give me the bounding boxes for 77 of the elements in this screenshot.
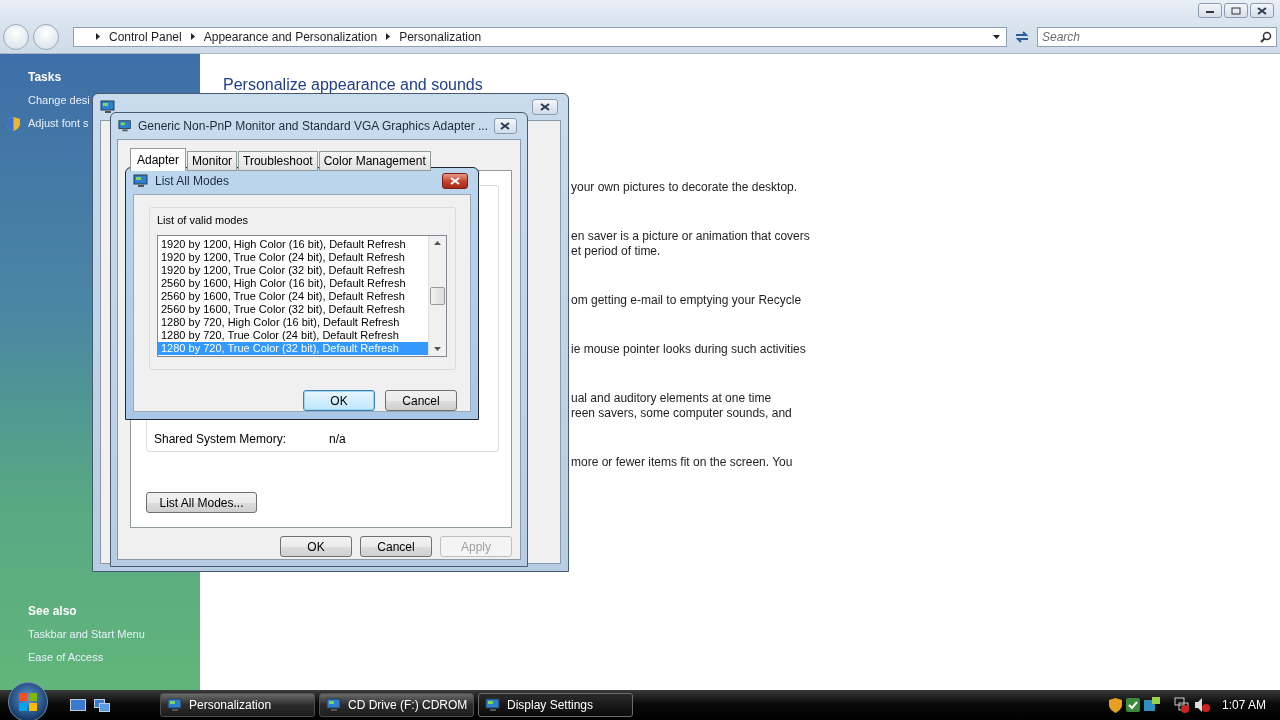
mode-item[interactable]: 1920 by 1200, True Color (32 bit), Default Refresh (158, 264, 428, 277)
close-button[interactable] (494, 118, 517, 134)
mode-item[interactable]: 2560 by 1600, True Color (32 bit), Default Refresh (158, 303, 428, 316)
mode-item[interactable]: 2560 by 1600, True Color (24 bit), Default Refresh (158, 290, 428, 303)
close-button[interactable] (1250, 3, 1274, 18)
network-icon[interactable] (1143, 697, 1160, 713)
scrollbar[interactable] (428, 236, 446, 356)
dialog-button[interactable]: Cancel (385, 390, 457, 411)
switch-windows-icon[interactable] (94, 698, 110, 712)
close-button[interactable] (442, 173, 468, 189)
description-text: ual and auditory elements at one time reen savers, some computer sounds, and (571, 391, 793, 422)
window-title: Generic Non-PnP Monitor and Standard VGA Graphics Adapter ... (138, 119, 488, 133)
chevron-icon (190, 33, 195, 40)
chevron-icon (386, 33, 391, 40)
tab[interactable]: Troubleshoot (238, 151, 318, 171)
close-icon (540, 103, 550, 111)
tasks-heading: Tasks (28, 70, 63, 84)
window-icon (133, 174, 149, 188)
dialog-title: List All Modes (155, 174, 231, 188)
description-text: om getting e-mail to emptying your Recycle (571, 293, 803, 309)
mode-item[interactable]: 1280 by 720, High Color (16 bit), Default Refresh (158, 316, 428, 329)
list-all-modes-button[interactable]: List All Modes... (146, 492, 257, 513)
window-icon (100, 100, 116, 114)
maximize-icon (1231, 6, 1241, 15)
address-bar[interactable]: Control Panel Appearance and Personalization Personalization (73, 26, 1007, 47)
scrollbar-thumb[interactable] (430, 287, 445, 305)
property-value: n/a (329, 432, 346, 446)
scroll-up-icon[interactable] (434, 241, 441, 245)
search-icon (1260, 30, 1272, 43)
dropdown-icon[interactable] (993, 34, 1000, 39)
window-icon (167, 698, 183, 712)
window-icon (118, 119, 132, 133)
dialog-button[interactable]: OK (303, 390, 375, 411)
dialog-button[interactable]: OK (280, 536, 352, 557)
mode-item[interactable]: 2560 by 1600, High Color (16 bit), Default Refresh (158, 277, 428, 290)
start-button[interactable] (8, 682, 48, 720)
taskbar-button[interactable]: Personalization (160, 693, 315, 717)
description-text: en saver is a picture or animation that covers et period of time. (571, 229, 811, 260)
description-text: your own pictures to decorate the desktop. (571, 180, 799, 196)
breadcrumb[interactable]: Control Panel (109, 29, 182, 44)
mode-item[interactable]: 1920 by 1200, True Color (24 bit), Default Refresh (158, 251, 428, 264)
show-desktop-icon[interactable] (70, 698, 86, 712)
task-link[interactable]: Change desi (28, 94, 90, 106)
breadcrumb[interactable]: Appearance and Personalization (203, 29, 378, 44)
tab[interactable]: Monitor (187, 151, 238, 171)
window-icon (326, 698, 342, 712)
shield-icon[interactable] (1108, 697, 1122, 713)
minimize-button[interactable] (1198, 3, 1222, 18)
see-also-heading: See also (28, 604, 78, 618)
checkmark-icon[interactable] (1125, 698, 1140, 712)
network-error-icon[interactable] (1173, 697, 1190, 713)
property-label: Shared System Memory: (154, 432, 288, 446)
tab[interactable]: Adapter (130, 148, 187, 171)
taskbar-button[interactable]: CD Drive (F:) CDROM (319, 693, 474, 717)
close-icon (1257, 6, 1267, 15)
group-label: List of valid modes (157, 214, 250, 226)
tab[interactable]: Color Management (318, 151, 431, 171)
mode-item[interactable]: 1280 by 720, True Color (24 bit), Default Refresh (158, 329, 428, 342)
clock[interactable]: 1:07 AM (1221, 698, 1266, 712)
speaker-muted-icon[interactable] (1193, 697, 1210, 713)
windows-logo-icon (19, 693, 37, 711)
task-link[interactable]: Adjust font s (28, 117, 89, 129)
close-icon (450, 177, 460, 185)
breadcrumb[interactable]: Personalization (399, 29, 482, 44)
scroll-down-icon[interactable] (434, 347, 441, 351)
page-heading: Personalize appearance and sounds (223, 76, 484, 94)
modes-list[interactable] (157, 235, 447, 357)
search-field[interactable]: Search (1037, 26, 1277, 47)
taskbar-button[interactable]: Display Settings (478, 693, 633, 717)
chevron-icon (96, 33, 100, 40)
mode-item[interactable]: 1920 by 1200, High Color (16 bit), Default Refresh (158, 238, 428, 251)
description-text: ie mouse pointer looks during such activities (571, 342, 807, 358)
description-text: more or fewer items fit on the screen. You (571, 455, 794, 471)
close-button[interactable] (532, 99, 558, 115)
dialog-button[interactable]: Cancel (360, 536, 432, 557)
window-icon (485, 698, 501, 712)
close-icon (500, 122, 511, 130)
